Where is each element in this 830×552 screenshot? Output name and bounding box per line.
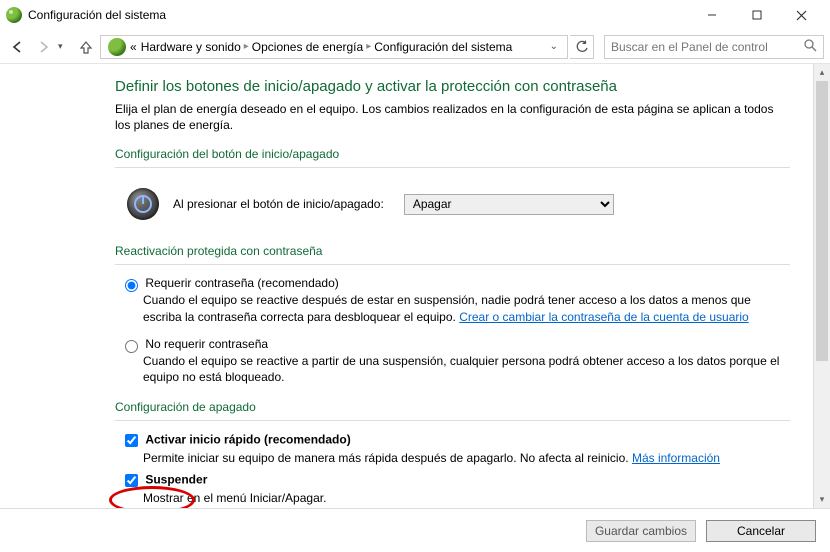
change-password-link[interactable]: Crear o cambiar la contraseña de la cuen… [459, 310, 749, 324]
breadcrumb-item[interactable]: Opciones de energía [252, 40, 363, 54]
divider [115, 264, 790, 265]
page-intro: Elija el plan de energía deseado en el e… [115, 101, 790, 133]
main-content: Definir los botones de inicio/apagado y … [0, 64, 830, 508]
search-input[interactable]: Buscar en el Panel de control [604, 35, 824, 59]
cancel-button[interactable]: Cancelar [706, 520, 816, 542]
power-button-action-select[interactable]: Apagar [404, 194, 614, 215]
group-title: Reactivación protegida con contraseña [115, 244, 790, 258]
group-title: Configuración de apagado [115, 400, 790, 414]
option-desc: Cuando el equipo se reactive a partir de… [143, 353, 790, 387]
checkbox-desc: Mostrar en el menú Iniciar/Apagar. [143, 490, 790, 507]
search-icon [804, 39, 817, 55]
chevron-right-icon: ▸ [366, 41, 371, 52]
scrollbar[interactable]: ▴ ▾ [813, 64, 830, 508]
app-icon [6, 7, 22, 23]
chevron-down-icon[interactable]: ⌄ [544, 41, 564, 52]
search-placeholder: Buscar en el Panel de control [611, 40, 768, 54]
footer: Guardar cambios Cancelar [0, 508, 830, 552]
group-title: Configuración del botón de inicio/apagad… [115, 147, 790, 161]
titlebar: Configuración del sistema [0, 0, 830, 30]
require-password-radio[interactable] [125, 279, 138, 292]
maximize-button[interactable] [734, 1, 779, 29]
forward-button[interactable] [32, 35, 56, 59]
no-password-radio[interactable] [125, 340, 138, 353]
scroll-down-icon[interactable]: ▾ [814, 491, 830, 508]
page-heading: Definir los botones de inicio/apagado y … [115, 78, 790, 95]
checkbox-label: Activar inicio rápido (recomendado) [145, 433, 350, 447]
checkbox-desc: Permite iniciar su equipo de manera más … [143, 451, 632, 465]
navbar: ▾ « Hardware y sonido ▸ Opciones de ener… [0, 30, 830, 64]
control-panel-icon [108, 38, 126, 56]
checkbox-label: Suspender [145, 473, 207, 487]
back-button[interactable] [6, 35, 30, 59]
fast-startup-checkbox[interactable] [125, 434, 138, 447]
breadcrumb[interactable]: « Hardware y sonido ▸ Opciones de energí… [100, 35, 568, 59]
shutdown-settings-group: Configuración de apagado Activar inicio … [115, 400, 790, 508]
power-button-group: Configuración del botón de inicio/apagad… [115, 147, 790, 230]
close-button[interactable] [779, 1, 824, 29]
scrollbar-thumb[interactable] [816, 81, 828, 361]
up-button[interactable] [74, 35, 98, 59]
divider [115, 167, 790, 168]
refresh-button[interactable] [570, 35, 594, 59]
chevron-right-icon: ▸ [244, 41, 249, 52]
minimize-button[interactable] [689, 1, 734, 29]
breadcrumb-ellipsis: « [130, 40, 137, 54]
option-label: Requerir contraseña (recomendado) [145, 276, 338, 290]
more-info-link[interactable]: Más información [632, 451, 720, 465]
divider [115, 420, 790, 421]
save-button[interactable]: Guardar cambios [586, 520, 696, 542]
history-chevron-icon[interactable]: ▾ [58, 41, 72, 52]
breadcrumb-item[interactable]: Hardware y sonido [141, 40, 241, 54]
scroll-up-icon[interactable]: ▴ [814, 64, 830, 81]
wake-protection-group: Reactivación protegida con contraseña Re… [115, 244, 790, 386]
power-button-label: Al presionar el botón de inicio/apagado: [173, 197, 384, 211]
window-title: Configuración del sistema [28, 8, 689, 22]
power-icon [127, 188, 159, 220]
option-label: No requerir contraseña [145, 337, 268, 351]
sleep-checkbox[interactable] [125, 474, 138, 487]
breadcrumb-item[interactable]: Configuración del sistema [374, 40, 512, 54]
